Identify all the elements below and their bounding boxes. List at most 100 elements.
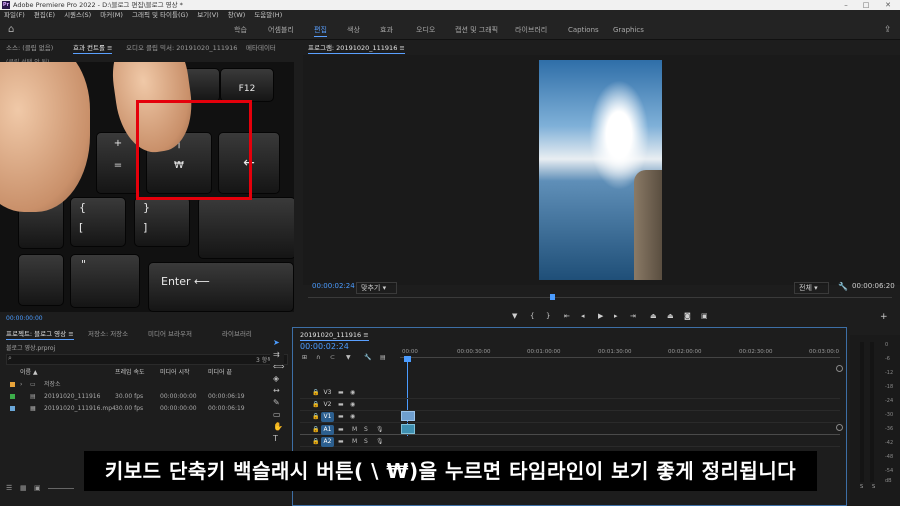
workspace-learn[interactable]: 학습 (234, 21, 247, 39)
film-icon[interactable]: ▬ (338, 388, 344, 398)
rectangle-tool-icon[interactable]: ▭ (273, 410, 281, 420)
quality-dropdown[interactable]: 전체 ▾ (794, 282, 829, 294)
workspace-edit[interactable]: 편집 (314, 21, 327, 39)
snap-icon[interactable]: ∩ (316, 353, 320, 363)
home-icon[interactable]: ⌂ (8, 21, 14, 39)
solo-button[interactable]: S (364, 425, 368, 435)
menu-sequence[interactable]: 시퀀스(S) (64, 11, 91, 19)
settings-wrench-icon[interactable]: 🔧 (364, 353, 371, 363)
tab-sequence[interactable]: 20191020_111916 ≡ (300, 328, 369, 342)
workspace-graphics[interactable]: Graphics (613, 21, 644, 39)
tab-audio-clip-mixer[interactable]: 오디오 클립 믹서: 20191020_111916 (126, 41, 237, 55)
workspace-libraries[interactable]: 라이브러리 (515, 21, 547, 39)
track-label-a1[interactable]: A1 (321, 425, 334, 435)
film-icon[interactable]: ▬ (338, 437, 344, 447)
solo-right[interactable]: S (872, 484, 875, 490)
compare-icon[interactable]: ▣ (701, 312, 708, 320)
go-to-in-icon[interactable]: ⇤ (564, 312, 570, 320)
eye-icon[interactable]: ◉ (350, 388, 355, 398)
tab-source[interactable]: 소스: (클립 없음) (6, 41, 53, 55)
fit-dropdown[interactable]: 맞추기 ▾ (356, 282, 398, 294)
microphone-icon[interactable]: 🎙 (376, 425, 384, 435)
tab-effect-controls[interactable]: 효과 컨트롤 ≡ (73, 41, 113, 55)
eye-icon[interactable]: ◉ (350, 400, 355, 410)
type-tool-icon[interactable]: T (273, 434, 278, 444)
timeline-ruler[interactable] (400, 357, 840, 358)
track-label-v2[interactable]: V2 (321, 400, 334, 410)
column-frame-rate[interactable]: 프레임 속도 (115, 367, 145, 378)
video-clip[interactable] (401, 411, 415, 421)
lock-icon[interactable]: 🔒 (312, 412, 319, 422)
track-select-icon[interactable]: ⇉ (273, 350, 280, 360)
project-row[interactable]: ▤ 20191020_111916 30.00 fps 00:00:00:00 … (0, 391, 290, 402)
hand-tool-icon[interactable]: ✋ (273, 422, 283, 432)
lock-icon[interactable]: 🔒 (312, 388, 319, 398)
minimize-icon[interactable]: – (836, 0, 856, 10)
icon-view-icon[interactable]: ▦ (20, 484, 27, 492)
step-forward-icon[interactable]: ▸ (614, 312, 618, 320)
film-icon[interactable]: ▬ (338, 412, 344, 422)
lock-icon[interactable]: 🔒 (312, 400, 319, 410)
workspace-captions[interactable]: Captions (568, 21, 599, 39)
menu-edit[interactable]: 편집(E) (34, 11, 55, 19)
menu-graphics[interactable]: 그래픽 및 타이틀(G) (132, 11, 188, 19)
lock-icon[interactable]: 🔒 (312, 425, 319, 435)
add-button-icon[interactable]: + (880, 312, 888, 322)
track-label-a2[interactable]: A2 (321, 437, 334, 447)
nest-icon[interactable]: ⊞ (302, 353, 307, 363)
eye-icon[interactable]: ◉ (350, 412, 355, 422)
add-marker-icon[interactable]: ▼ (346, 353, 351, 363)
menu-file[interactable]: 파일(F) (4, 11, 25, 19)
mark-in-icon[interactable]: { (530, 312, 534, 320)
zoom-slider[interactable] (48, 488, 74, 489)
project-search-input[interactable] (6, 354, 288, 365)
menu-marker[interactable]: 마커(M) (100, 11, 123, 19)
tab-media-browser[interactable]: 미디어 브라우저 (148, 327, 192, 341)
caption-icon[interactable]: ▤ (380, 353, 386, 363)
solo-left[interactable]: S (860, 484, 863, 490)
project-row[interactable]: ▦ 20191020_111916.mp4 30.00 fps 00:00:00… (0, 403, 290, 414)
workspace-color[interactable]: 색상 (347, 21, 360, 39)
playhead-handle[interactable] (404, 356, 411, 362)
menu-view[interactable]: 보기(V) (197, 11, 218, 19)
freeform-view-icon[interactable]: ▣ (34, 484, 41, 492)
play-icon[interactable]: ▶ (598, 312, 603, 320)
slip-tool-icon[interactable]: ↔ (273, 386, 280, 396)
linked-select-icon[interactable]: ⊂ (330, 353, 335, 363)
column-name[interactable]: 이름 ▲ (20, 367, 38, 378)
list-view-icon[interactable]: ☰ (6, 484, 12, 492)
selection-tool-icon[interactable]: ➤ (273, 338, 280, 348)
column-media-start[interactable]: 미디어 시작 (160, 367, 190, 378)
project-row[interactable]: › ▭ 저장소 (0, 379, 290, 390)
scrollbar-handle[interactable] (836, 365, 843, 372)
tab-bin[interactable]: 저장소: 저장소 (88, 327, 128, 341)
tab-metadata[interactable]: 메타데이터 (246, 41, 276, 55)
solo-button[interactable]: S (364, 437, 368, 447)
extract-icon[interactable]: ⏏ (667, 312, 674, 320)
chevron-right-icon[interactable]: › (20, 379, 22, 390)
menu-help[interactable]: 도움말(H) (254, 11, 282, 19)
film-icon[interactable]: ▬ (338, 425, 344, 435)
audio-clip[interactable] (401, 424, 415, 434)
step-back-icon[interactable]: ◂ (581, 312, 585, 320)
wrench-icon[interactable]: 🔧 (838, 282, 848, 291)
microphone-icon[interactable]: 🎙 (376, 437, 384, 447)
maximize-icon[interactable]: □ (856, 0, 876, 10)
track-label-v3[interactable]: V3 (321, 388, 334, 398)
workspace-effects[interactable]: 효과 (380, 21, 393, 39)
workspace-assembly[interactable]: 어셈블리 (268, 21, 294, 39)
lift-icon[interactable]: ⏏ (650, 312, 657, 320)
razor-icon[interactable]: ◈ (273, 374, 279, 384)
marker-icon[interactable]: ▼ (512, 312, 517, 320)
tab-program[interactable]: 프로그램: 20191020_111916 ≡ (308, 41, 405, 55)
workspace-audio[interactable]: 오디오 (416, 21, 435, 39)
timeline-timecode[interactable]: 00:00:02:24 (300, 342, 349, 351)
export-icon[interactable]: ⇪ (884, 21, 892, 39)
film-icon[interactable]: ▬ (338, 400, 344, 410)
program-current-timecode[interactable]: 00:00:02:24 (312, 282, 355, 290)
track-label-v1[interactable]: V1 (321, 412, 334, 422)
camera-icon[interactable]: ◙ (684, 312, 691, 320)
close-icon[interactable]: ✕ (878, 0, 898, 10)
playhead-marker[interactable] (550, 294, 555, 300)
go-to-out-icon[interactable]: ⇥ (630, 312, 636, 320)
